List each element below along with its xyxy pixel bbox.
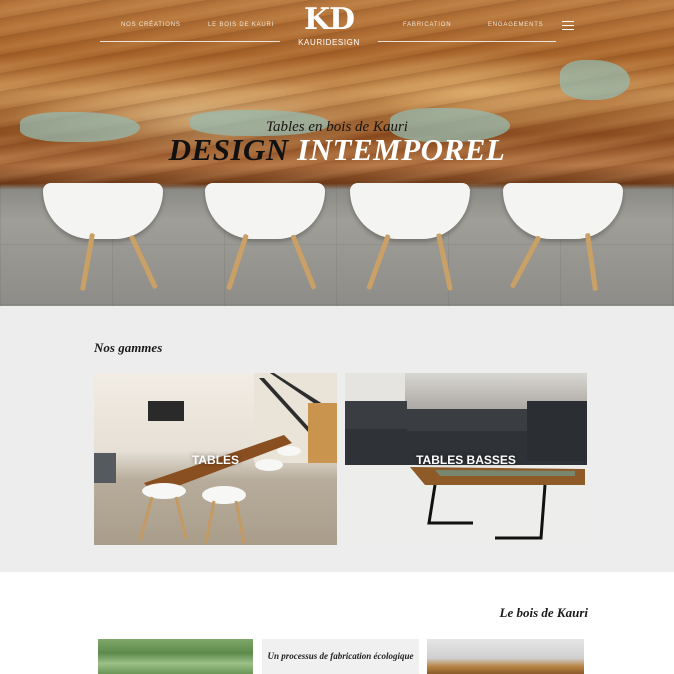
process-card-text: Un processus de fabrication écologique bbox=[267, 651, 414, 661]
hero-banner: NOS CRÉATIONS LE BOIS DE KAURI KD KAURID… bbox=[0, 0, 674, 306]
chair bbox=[503, 183, 623, 293]
hero-title-dark: DESIGN bbox=[168, 132, 289, 167]
logo-mark: KD bbox=[303, 2, 355, 37]
resin-inlay bbox=[560, 60, 630, 100]
logo-text: KAURIDESIGN bbox=[298, 38, 360, 47]
card-label-tables: TABLES bbox=[191, 453, 240, 467]
process-card[interactable]: Un processus de fabrication écologique bbox=[262, 639, 419, 674]
category-card-tables-basses[interactable]: TABLES BASSES bbox=[345, 373, 587, 545]
gammes-section: Nos gammes TABLES TABLES BASSES bbox=[0, 306, 674, 572]
logo[interactable]: KD KAURIDESIGN bbox=[292, 2, 366, 48]
chair bbox=[43, 183, 163, 293]
nav-link-fabrication[interactable]: FABRICATION bbox=[403, 22, 451, 28]
nav-divider-line bbox=[100, 41, 280, 42]
hero-title-light: INTEMPOREL bbox=[297, 132, 506, 167]
hero-title: DESIGN INTEMPOREL bbox=[0, 132, 674, 168]
category-card-tables[interactable]: TABLES bbox=[94, 373, 337, 545]
nav-link-creations[interactable]: NOS CRÉATIONS bbox=[121, 22, 181, 28]
interior-photo[interactable] bbox=[427, 639, 584, 674]
hamburger-icon[interactable] bbox=[562, 21, 574, 30]
nav-link-bois-de-kauri[interactable]: LE BOIS DE KAURI bbox=[208, 22, 274, 28]
kauri-section: Le bois de Kauri Un processus de fabrica… bbox=[0, 572, 674, 674]
nav-divider-line bbox=[378, 41, 556, 42]
section-heading-gammes: Nos gammes bbox=[94, 340, 163, 355]
chair bbox=[350, 183, 470, 293]
top-navigation: NOS CRÉATIONS LE BOIS DE KAURI KD KAURID… bbox=[0, 0, 674, 60]
kauri-trees-photo[interactable] bbox=[98, 639, 253, 674]
nav-link-engagements[interactable]: ENGAGEMENTS bbox=[488, 22, 543, 28]
card-label-tables-basses: TABLES BASSES bbox=[416, 453, 516, 467]
chair bbox=[205, 183, 325, 293]
section-heading-kauri: Le bois de Kauri bbox=[499, 605, 588, 620]
